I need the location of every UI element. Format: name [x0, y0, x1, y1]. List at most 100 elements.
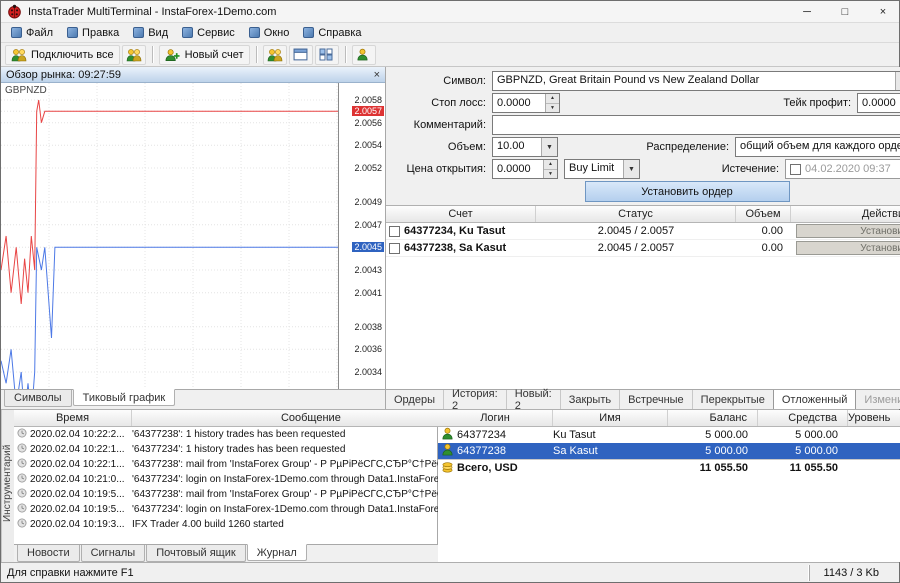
column-header-login[interactable]: Логин	[438, 410, 553, 426]
clock-icon	[17, 518, 27, 531]
trade-tab[interactable]: Закрыть	[561, 390, 620, 409]
accounts-main: Логин Имя Баланс Средства Уровень 643772…	[438, 410, 900, 562]
order-status-cell: 2.0045 / 2.0057	[536, 225, 736, 237]
order-checkbox[interactable]	[389, 243, 400, 254]
expiry-label: Истечение:	[640, 163, 785, 175]
menu-item-icon	[249, 27, 260, 38]
account-row[interactable]: Всего, USD11 055.5011 055.50	[438, 459, 900, 475]
comment-input[interactable]	[492, 115, 900, 135]
spin-down-icon[interactable]: ▼	[544, 170, 557, 179]
take-profit-input[interactable]: 0.0000 ▲▼	[857, 93, 900, 113]
accounts-view-button[interactable]	[263, 45, 287, 65]
trade-tab[interactable]: Отложенный	[774, 390, 857, 409]
trade-tab[interactable]: Перекрытые	[693, 390, 774, 409]
volume-value: 10.00	[493, 138, 541, 156]
tick-chart-button[interactable]	[289, 45, 313, 65]
new-account-button[interactable]: Новый счет	[159, 45, 250, 65]
journal-time-cell: 2020.02.04 10:22:1...	[14, 443, 132, 456]
menu-bar: ФайлПравкаВидСервисОкноСправка	[1, 23, 899, 43]
comment-label: Комментарий:	[392, 119, 492, 131]
column-header-status[interactable]: Статус	[536, 206, 736, 222]
menu-item-Правка[interactable]: Правка	[60, 25, 126, 41]
spin-up-icon[interactable]: ▲	[544, 160, 557, 170]
account-row[interactable]: 64377234Ku Tasut5 000.005 000.00	[438, 427, 900, 443]
column-header-equity[interactable]: Средства	[758, 410, 848, 426]
journal-message-cell: '64377234': 1 history trades has been re…	[132, 444, 491, 455]
journal-time-cell: 2020.02.04 10:19:5...	[14, 488, 132, 501]
order-form: Символ: GBPNZD, Great Britain Pound vs N…	[386, 67, 900, 205]
accounts-rows: 64377234Ku Tasut5 000.005 000.0064377238…	[438, 427, 900, 475]
journal-time-text: 2020.02.04 10:19:5...	[30, 489, 125, 500]
tick-chart	[1, 83, 338, 389]
order-checkbox[interactable]	[389, 226, 400, 237]
journal-row: 2020.02.04 10:22:1...'64377238': mail fr…	[14, 457, 491, 472]
orders-rows: 64377234, Ku Tasut2.0045 / 2.00570.00Уст…	[386, 223, 900, 257]
close-button[interactable]: ×	[867, 1, 899, 22]
account-equity-cell: 11 055.50	[758, 462, 848, 474]
journal-time-cell: 2020.02.04 10:19:5...	[14, 503, 132, 516]
open-price-input[interactable]: 0.0000 ▲▼	[492, 159, 558, 179]
connect-options-button[interactable]	[122, 45, 146, 65]
toolbox-side-tab[interactable]: Инструментарий	[1, 410, 14, 562]
minimize-button[interactable]: ─	[791, 1, 823, 22]
expiry-checkbox[interactable]	[790, 164, 801, 175]
menu-item-Файл[interactable]: Файл	[4, 25, 60, 41]
chevron-down-icon[interactable]: ▼	[895, 72, 900, 90]
column-header-action[interactable]: Действие	[791, 206, 900, 222]
expiry-input[interactable]: 04.02.2020 09:37 ▼	[785, 159, 900, 179]
trade-tab[interactable]: Ордеры	[386, 390, 444, 409]
profiles-button[interactable]	[352, 45, 376, 65]
open-price-label: Цена открытия:	[392, 163, 492, 175]
journal-tab[interactable]: Журнал	[247, 544, 307, 561]
column-header-volume[interactable]: Объем	[736, 206, 791, 222]
market-watch-tab[interactable]: Тиковый график	[73, 389, 176, 406]
journal-tab[interactable]: Новости	[17, 545, 80, 562]
stop-loss-input[interactable]: 0.0000 ▲▼	[492, 93, 560, 113]
tick-chart-plot[interactable]: GBPNZD	[1, 83, 339, 389]
price-scale-label: 2.0049	[354, 197, 382, 207]
volume-select[interactable]: 10.00 ▼	[492, 137, 558, 157]
panel-close-icon[interactable]: ×	[374, 70, 380, 80]
market-watch-tab[interactable]: Символы	[4, 390, 72, 407]
menu-item-Сервис[interactable]: Сервис	[175, 25, 242, 41]
spinner-buttons: ▲▼	[543, 160, 557, 178]
set-order-button[interactable]: Установить	[796, 224, 900, 238]
chevron-down-icon[interactable]: ▼	[541, 138, 557, 156]
set-order-button[interactable]: Установить	[796, 241, 900, 255]
connect-all-button[interactable]: Подключить все	[5, 45, 120, 65]
symbol-select[interactable]: GBPNZD, Great Britain Pound vs New Zeala…	[492, 71, 900, 91]
menu-item-icon	[67, 27, 78, 38]
column-header-name[interactable]: Имя	[553, 410, 668, 426]
maximize-button[interactable]: □	[829, 1, 861, 22]
menu-item-Справка[interactable]: Справка	[296, 25, 368, 41]
column-header-account[interactable]: Счет	[386, 206, 536, 222]
spinner-buttons: ▲▼	[545, 94, 559, 112]
chevron-down-icon[interactable]: ▼	[623, 160, 639, 178]
column-header-level[interactable]: Уровень	[848, 410, 900, 426]
menu-item-Окно[interactable]: Окно	[242, 25, 297, 41]
price-scale-label: 2.0043	[354, 265, 382, 275]
layout-button[interactable]	[315, 45, 339, 65]
journal-main: Время Сообщение 2020.02.04 10:22:2...'64…	[14, 410, 491, 562]
spin-down-icon[interactable]: ▼	[546, 104, 559, 113]
column-header-balance[interactable]: Баланс	[668, 410, 758, 426]
column-header-time[interactable]: Время	[14, 410, 132, 426]
journal-tab[interactable]: Сигналы	[81, 545, 146, 562]
order-row[interactable]: 64377238, Sa Kasut2.0045 / 2.00570.00Уст…	[386, 240, 900, 257]
spin-up-icon[interactable]: ▲	[546, 94, 559, 104]
app-window: InstaTrader MultiTerminal - InstaForex-1…	[0, 0, 900, 583]
journal-tab[interactable]: Почтовый ящик	[146, 545, 245, 562]
journal-time-text: 2020.02.04 10:22:1...	[30, 459, 125, 470]
trade-tab[interactable]: История: 2	[444, 390, 507, 409]
menu-item-icon	[303, 27, 314, 38]
menu-item-Вид[interactable]: Вид	[126, 25, 175, 41]
trade-tab[interactable]: Встречные	[620, 390, 693, 409]
distribution-select[interactable]: общий объем для каждого ордера ▼	[735, 137, 900, 157]
bid-price-label: 2.0045	[352, 242, 384, 252]
place-order-button[interactable]: Установить ордер	[585, 181, 790, 202]
order-row[interactable]: 64377234, Ku Tasut2.0045 / 2.00570.00Уст…	[386, 223, 900, 240]
trade-tab[interactable]: Новый: 2	[507, 390, 561, 409]
order-type-select[interactable]: Buy Limit ▼	[564, 159, 640, 179]
account-row[interactable]: 64377238Sa Kasut5 000.005 000.00	[438, 443, 900, 459]
column-header-message[interactable]: Сообщение	[132, 410, 491, 426]
